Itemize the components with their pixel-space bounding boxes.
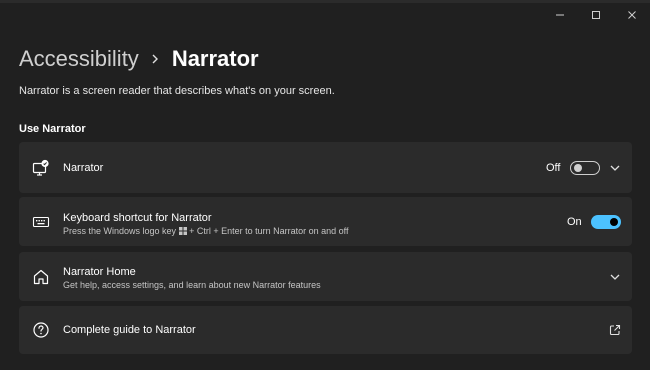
minimize-icon xyxy=(555,10,565,20)
maximize-button[interactable] xyxy=(578,4,614,26)
keyboard-shortcut-setting-card: Keyboard shortcut for Narrator Press the… xyxy=(19,197,632,246)
home-icon xyxy=(31,267,51,287)
maximize-icon xyxy=(591,10,601,20)
page-description: Narrator is a screen reader that describ… xyxy=(19,85,335,97)
chevron-right-icon xyxy=(151,53,159,65)
toggle-knob xyxy=(610,218,618,226)
keyboard-icon xyxy=(31,212,51,232)
subtitle-part-after: + Ctrl + Enter to turn Narrator on and o… xyxy=(189,226,349,236)
chevron-down-icon[interactable] xyxy=(609,271,621,283)
help-icon xyxy=(31,320,51,340)
narrator-home-subtitle: Get help, access settings, and learn abo… xyxy=(63,280,321,290)
close-icon xyxy=(627,10,637,20)
narrator-monitor-icon xyxy=(31,158,51,178)
open-external-icon[interactable] xyxy=(609,324,621,336)
page-title: Narrator xyxy=(171,46,259,71)
breadcrumb: Accessibility Narrator xyxy=(19,44,259,74)
toggle-knob xyxy=(574,164,582,172)
subtitle-part-before: Press the Windows logo key xyxy=(63,226,177,236)
narrator-home-setting-card[interactable]: Narrator Home Get help, access settings,… xyxy=(19,252,632,301)
settings-window: Accessibility Narrator Narrator is a scr… xyxy=(0,0,650,370)
narrator-title: Narrator xyxy=(63,162,104,174)
keyboard-shortcut-subtitle: Press the Windows logo key + Ctrl + Ente… xyxy=(63,226,349,237)
breadcrumb-accessibility-link[interactable]: Accessibility xyxy=(19,44,139,74)
windows-logo-icon xyxy=(178,227,187,237)
narrator-setting-card[interactable]: Narrator Off xyxy=(19,142,632,193)
title-bar-strip xyxy=(0,0,650,3)
keyboard-shortcut-state-label: On xyxy=(567,216,582,228)
keyboard-shortcut-title: Keyboard shortcut for Narrator xyxy=(63,212,212,224)
minimize-button[interactable] xyxy=(542,4,578,26)
section-heading: Use Narrator xyxy=(19,123,86,135)
close-button[interactable] xyxy=(614,4,650,26)
chevron-down-icon[interactable] xyxy=(609,162,621,174)
narrator-guide-title: Complete guide to Narrator xyxy=(63,324,196,336)
window-caption-buttons xyxy=(542,4,650,26)
keyboard-shortcut-toggle[interactable] xyxy=(591,215,621,229)
narrator-home-title: Narrator Home xyxy=(63,266,136,278)
narrator-guide-card[interactable]: Complete guide to Narrator xyxy=(19,306,632,354)
narrator-toggle[interactable] xyxy=(570,161,600,175)
narrator-state-label: Off xyxy=(546,162,561,174)
